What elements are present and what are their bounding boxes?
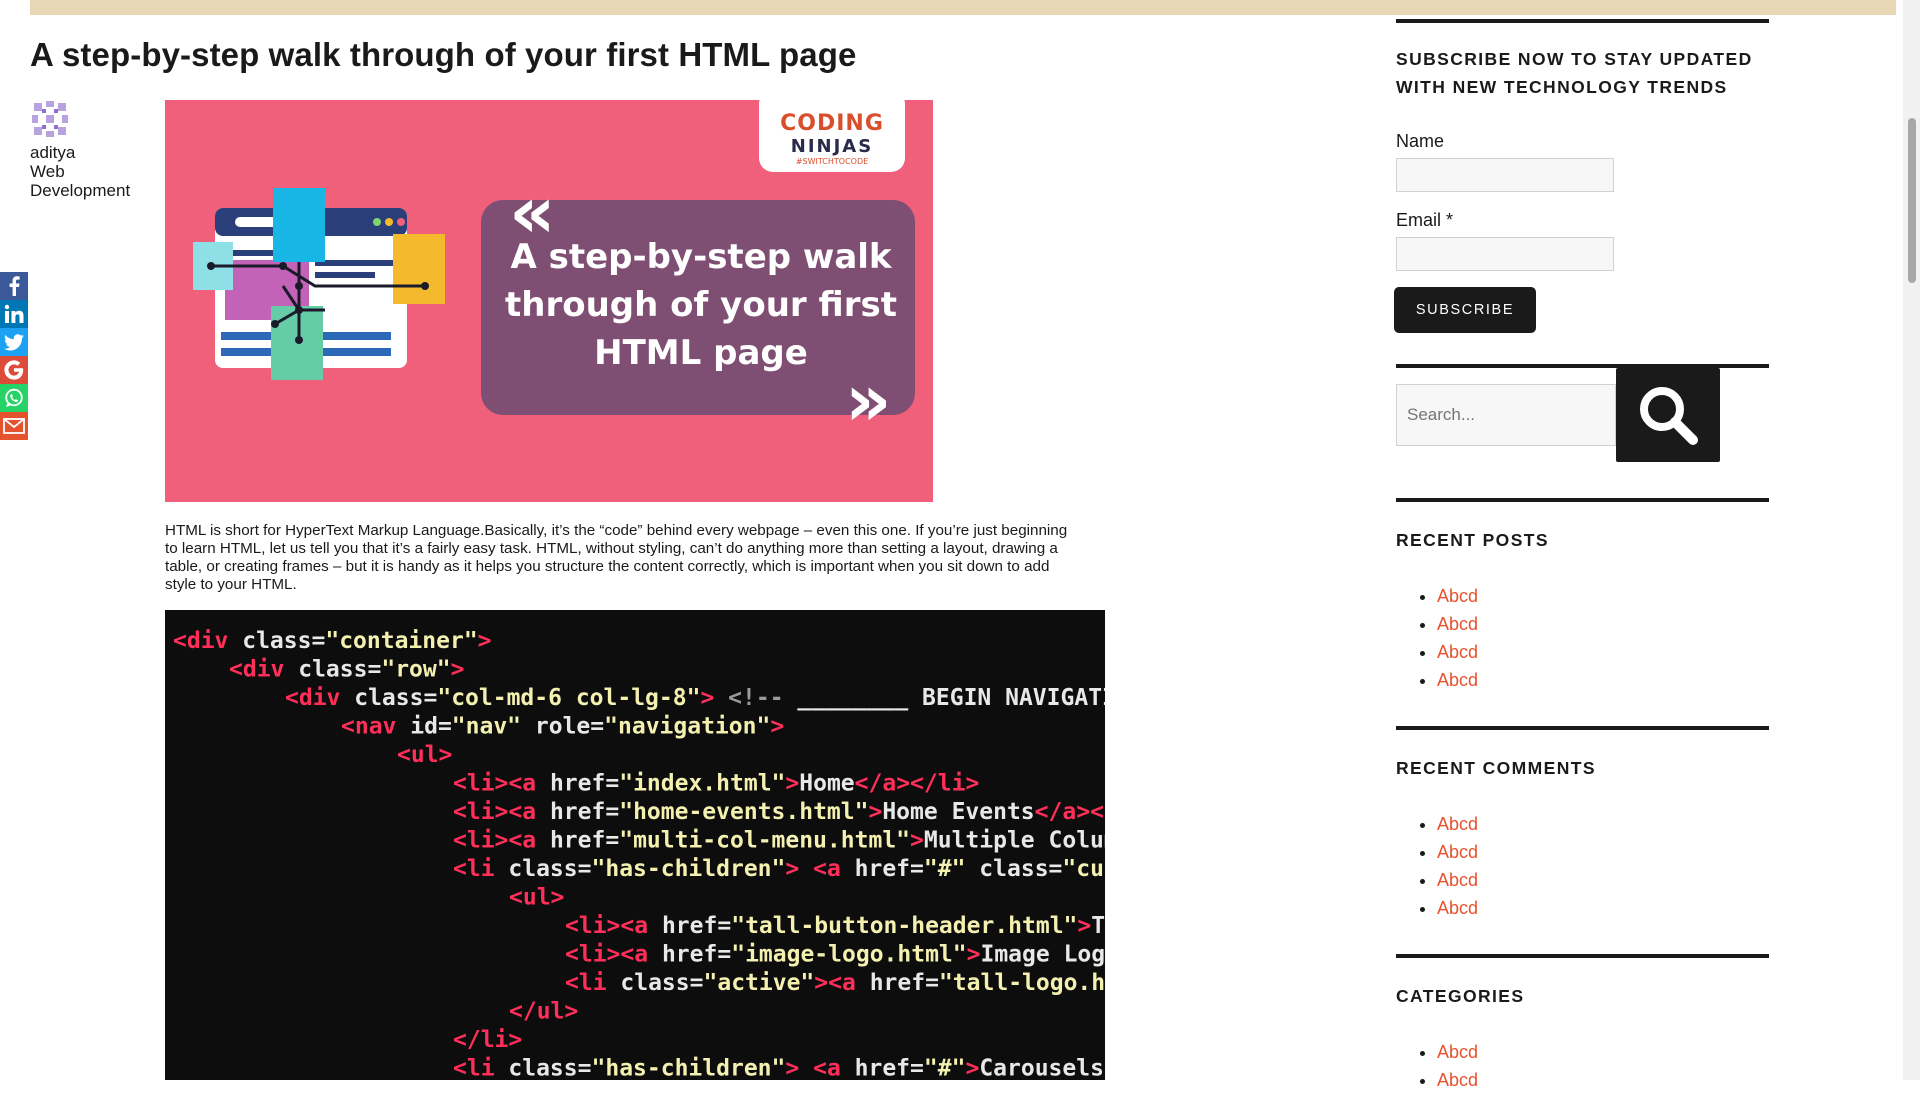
list-item: Abcd [1437, 582, 1478, 610]
search-widget [1396, 364, 1769, 484]
facebook-icon[interactable] [0, 272, 28, 300]
code-line: <li class="has-children"> <a href="#">Ca… [453, 1056, 1105, 1081]
code-line: <li><a href="image-logo.html">Image Logo… [565, 942, 1105, 968]
code-line: <li class="has-children"> <a href="#" cl… [453, 856, 1105, 882]
recent-posts-list: Abcd Abcd Abcd Abcd [1437, 582, 1478, 694]
code-line: <div class="row"> [229, 657, 464, 683]
google-icon[interactable] [0, 356, 28, 384]
author-name[interactable]: aditya [30, 143, 140, 162]
list-item: Abcd [1437, 666, 1478, 694]
code-line: <li><a href="tall-button-header.html">Ta… [565, 913, 1105, 939]
subscribe-button[interactable]: SUBSCRIBE [1396, 289, 1534, 331]
featured-image: CODING NINJAS #SWITCHTOCODE « » A step-b… [165, 100, 933, 502]
list-item: Abcd [1437, 1066, 1478, 1094]
recent-comments-widget: RECENT COMMENTS Abcd Abcd Abcd Abcd [1396, 726, 1769, 918]
code-line: <nav id="nav" role="navigation"> [341, 714, 784, 740]
page-scrollbar[interactable] [1903, 0, 1920, 1080]
post-intro-paragraph: HTML is short for HyperText Markup Langu… [165, 522, 1068, 593]
post-category-cont[interactable]: Development [30, 181, 140, 200]
categories-title: CATEGORIES [1396, 986, 1525, 1006]
scrollbar-thumb[interactable] [1908, 118, 1916, 283]
brand-logo-top: CODING [780, 111, 884, 136]
recent-post-link[interactable]: Abcd [1437, 670, 1478, 690]
recent-comment-link[interactable]: Abcd [1437, 842, 1478, 862]
recent-posts-title: RECENT POSTS [1396, 530, 1549, 550]
twitter-icon[interactable] [0, 328, 28, 356]
category-link[interactable]: Abcd [1437, 1042, 1478, 1062]
name-label: Name [1396, 131, 1445, 151]
code-line: <li class="active"><a href="tall-logo.ht… [565, 970, 1105, 996]
code-line: <li><a href="home-events.html">Home Even… [453, 799, 1105, 825]
banner-headline-line2: through of your first [505, 285, 897, 325]
social-share-bar [0, 272, 28, 440]
code-line: <div class="container"> [173, 628, 492, 654]
code-line: <ul> [397, 742, 452, 768]
close-quote-icon: » [845, 358, 892, 442]
list-item: Abcd [1437, 894, 1478, 922]
post-meta: aditya Web Development [30, 99, 140, 200]
categories-widget: CATEGORIES Abcd Abcd [1396, 954, 1769, 1090]
list-item: Abcd [1437, 610, 1478, 638]
subscribe-title: SUBSCRIBE NOW TO STAY UPDATED WITH NEW T… [1396, 45, 1769, 101]
banner-headline-line1: A step-by-step walk [510, 237, 892, 277]
post-title: A step-by-step walk through of your firs… [30, 36, 857, 73]
recent-comments-title: RECENT COMMENTS [1396, 758, 1596, 778]
post-category[interactable]: Web [30, 162, 140, 181]
email-input[interactable] [1396, 237, 1614, 271]
list-item: Abcd [1437, 866, 1478, 894]
search-input[interactable] [1396, 384, 1616, 446]
author-avatar [30, 99, 70, 139]
list-item: Abcd [1437, 838, 1478, 866]
brand-logo-bottom: NINJAS [791, 136, 873, 157]
subscribe-widget: SUBSCRIBE NOW TO STAY UPDATED WITH NEW T… [1396, 19, 1769, 331]
brand-tagline: #SWITCHTOCODE [796, 157, 868, 166]
banner-headline-line3: HTML page [594, 333, 808, 373]
categories-list: Abcd Abcd [1437, 1038, 1478, 1094]
recent-comment-link[interactable]: Abcd [1437, 870, 1478, 890]
code-line: </li> [453, 1027, 522, 1053]
code-line: <ul> [509, 885, 564, 911]
top-header-bar [30, 0, 1896, 15]
code-line: <div class="col-md-6 col-lg-8"> <!-- ___… [285, 685, 1105, 711]
recent-comment-link[interactable]: Abcd [1437, 814, 1478, 834]
name-input[interactable] [1396, 158, 1614, 192]
code-line: <li><a href="multi-col-menu.html">Multip… [453, 828, 1105, 854]
recent-comment-link[interactable]: Abcd [1437, 898, 1478, 918]
code-line: <li><a href="index.html">Home</a></li> [453, 771, 979, 797]
linkedin-icon[interactable] [0, 300, 28, 328]
whatsapp-icon[interactable] [0, 384, 28, 412]
subscribe-title-line2: WITH NEW TECHNOLOGY TRENDS [1396, 77, 1728, 97]
email-icon[interactable] [0, 412, 28, 440]
recent-post-link[interactable]: Abcd [1437, 614, 1478, 634]
subscribe-title-line1: SUBSCRIBE NOW TO STAY UPDATED [1396, 49, 1753, 69]
recent-posts-widget: RECENT POSTS Abcd Abcd Abcd Abcd [1396, 498, 1769, 690]
email-label: Email * [1396, 210, 1454, 230]
search-button[interactable] [1616, 368, 1720, 462]
list-item: Abcd [1437, 1038, 1478, 1066]
list-item: Abcd [1437, 638, 1478, 666]
recent-comments-list: Abcd Abcd Abcd Abcd [1437, 810, 1478, 922]
recent-post-link[interactable]: Abcd [1437, 586, 1478, 606]
list-item: Abcd [1437, 810, 1478, 838]
code-screenshot-image: <div class="container"> <div class="row">… [165, 610, 1105, 1080]
search-icon [1640, 387, 1698, 445]
recent-post-link[interactable]: Abcd [1437, 642, 1478, 662]
category-link[interactable]: Abcd [1437, 1070, 1478, 1090]
code-line: </ul> [509, 999, 578, 1025]
